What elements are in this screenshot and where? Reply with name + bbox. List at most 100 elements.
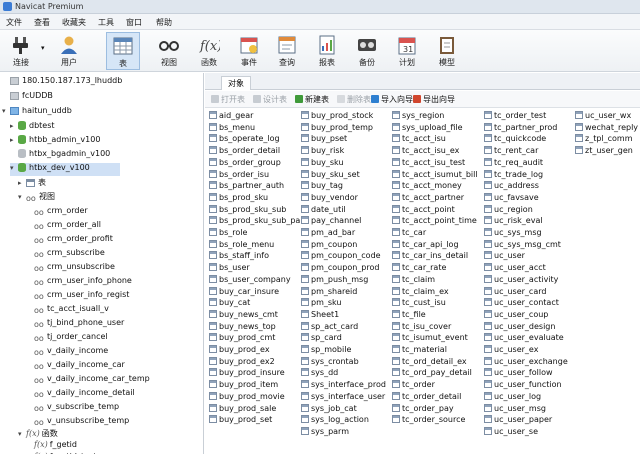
tree-view-item[interactable]: oo tc_acct_isuall_v xyxy=(34,304,109,317)
table-item[interactable]: tc_ord_pay_detail xyxy=(392,368,472,380)
table-item[interactable]: buy_prod_item xyxy=(209,380,278,392)
table-item[interactable]: tc_claim xyxy=(392,274,435,287)
table-item[interactable]: uc_user_exchange xyxy=(484,356,568,369)
table-item[interactable]: tc_acct_isumut_bill xyxy=(392,169,478,182)
toolbar-view-button[interactable]: 视图 xyxy=(152,32,186,70)
table-item[interactable]: pm_ad_bar xyxy=(301,228,355,240)
tree-views-node[interactable]: ▾ oo 视图 xyxy=(18,191,55,204)
table-item[interactable]: tc_quickcode xyxy=(484,134,546,146)
table-item[interactable]: bs_role_menu xyxy=(209,239,274,252)
table-item[interactable]: bs_prod_sku_sub xyxy=(209,204,286,217)
table-item[interactable]: uc_address xyxy=(484,181,539,193)
table-item[interactable]: tc_order_test xyxy=(484,111,546,123)
table-item[interactable]: tc_car_rate xyxy=(392,263,446,275)
table-item[interactable]: sys_region xyxy=(392,111,444,123)
table-item[interactable]: bs_operate_log xyxy=(209,134,280,146)
table-item[interactable]: tc_cust_isu xyxy=(392,298,446,310)
table-item[interactable]: wechat_reply xyxy=(575,122,638,135)
table-item[interactable]: sys_job_cat xyxy=(301,403,357,416)
table-item[interactable]: tc_acct_point xyxy=(392,204,455,217)
table-item[interactable]: tc_order_detail xyxy=(392,391,461,404)
table-item[interactable]: Sheet1 xyxy=(301,309,339,322)
table-item[interactable]: z_tpl_comm xyxy=(575,134,633,146)
table-item[interactable]: sp_card xyxy=(301,333,342,345)
table-item[interactable]: buy_news_top xyxy=(209,321,276,334)
table-item[interactable]: sys_dd xyxy=(301,368,338,380)
table-item[interactable]: uc_user_paper xyxy=(484,415,552,427)
tree-database[interactable]: ▸ dbtest xyxy=(10,121,55,134)
tree-view-item[interactable]: oo crm_user_info_phone xyxy=(34,276,132,289)
table-item[interactable]: uc_user_wx xyxy=(575,111,631,123)
table-item[interactable]: uc_user_card xyxy=(484,286,546,299)
tree-connection[interactable]: 180.150.187.173_lhuddb xyxy=(10,76,122,89)
tree-connection[interactable]: fcUDDB xyxy=(10,91,53,104)
table-item[interactable]: uc_user_acct xyxy=(484,263,546,275)
table-item[interactable]: bs_order_group xyxy=(209,157,281,170)
table-item[interactable]: uc_user_se xyxy=(484,426,538,439)
table-item[interactable]: sys_crontab xyxy=(301,356,359,369)
table-item[interactable]: buy_pset xyxy=(301,134,347,146)
table-item[interactable]: pm_coupon_code xyxy=(301,251,381,263)
table-item[interactable]: tc_ord_detail_ex xyxy=(392,356,467,369)
table-item[interactable]: buy_cat xyxy=(209,298,250,310)
import-wizard-button[interactable]: 导入向导 xyxy=(371,94,413,105)
table-item[interactable]: buy_prod_insure xyxy=(209,368,285,380)
table-item[interactable]: tc_acct_point_time xyxy=(392,216,477,228)
toolbar-user-button[interactable]: 用户 xyxy=(52,32,86,70)
table-item[interactable]: sys_parm xyxy=(301,426,349,439)
toolbar-connect-button[interactable]: 连接 xyxy=(4,32,38,70)
toolbar-event-button[interactable]: 事件 xyxy=(232,32,266,70)
table-item[interactable]: bs_user_company xyxy=(209,274,291,287)
table-item[interactable]: tc_acct_partner xyxy=(392,192,464,205)
table-item[interactable]: uc_user_activity xyxy=(484,274,558,287)
table-item[interactable]: tc_car_api_log xyxy=(392,239,459,252)
tree-database[interactable]: ▸ htbb_admin_v100 xyxy=(10,135,100,148)
table-item[interactable]: tc_material xyxy=(392,345,447,357)
table-item[interactable]: uc_user_follow xyxy=(484,368,553,380)
table-item[interactable]: tc_rent_car xyxy=(484,146,538,158)
table-item[interactable]: buy_tag xyxy=(301,181,343,193)
table-item[interactable]: tc_acct_isu xyxy=(392,134,446,146)
table-item[interactable]: bs_partner_auth xyxy=(209,181,284,193)
table-item[interactable]: tc_acct_isu_test xyxy=(392,157,465,170)
table-item[interactable]: tc_car xyxy=(392,228,426,240)
tree-tables-node[interactable]: ▸ 表 xyxy=(18,177,46,190)
tree-view-item[interactable]: oo crm_order xyxy=(34,206,88,219)
table-item[interactable]: buy_prod_cmt xyxy=(209,333,275,345)
table-item[interactable]: uc_user_contact xyxy=(484,298,559,310)
table-item[interactable]: bs_order_detail xyxy=(209,146,280,158)
tree-connection-open[interactable]: ▾ haitun_uddb xyxy=(2,106,72,119)
table-item[interactable]: buy_car_insure xyxy=(209,286,279,299)
table-item[interactable]: tc_order_pay xyxy=(392,403,454,416)
table-item[interactable]: buy_prod_sale xyxy=(209,403,276,416)
toolbar-report-button[interactable]: 报表 xyxy=(310,32,344,70)
tree-view-item[interactable]: oo tj_order_cancel xyxy=(34,332,108,345)
tab-objects[interactable]: 对象 xyxy=(221,76,251,90)
table-item[interactable]: pm_coupon xyxy=(301,239,357,252)
table-item[interactable]: buy_prod_movie xyxy=(209,391,285,404)
tree-view-item[interactable]: oo crm_unsubscribe xyxy=(34,262,115,275)
table-item[interactable]: uc_sys_msg_cmt xyxy=(484,239,561,252)
table-item[interactable]: uc_user_msg xyxy=(484,403,546,416)
tree-view-item[interactable]: oo v_daily_income xyxy=(34,346,108,359)
table-item[interactable]: sys_log_action xyxy=(301,415,369,427)
delete-table-button[interactable]: 删除表 xyxy=(337,94,371,105)
table-item[interactable]: sys_interface_user xyxy=(301,391,385,404)
table-item[interactable]: bs_role xyxy=(209,228,247,240)
table-item[interactable]: uc_user_log xyxy=(484,391,541,404)
table-item[interactable]: pm_push_msg xyxy=(301,274,368,287)
table-item[interactable]: tc_partner_prod xyxy=(484,122,557,135)
table-item[interactable]: buy_prod_stock xyxy=(301,111,373,123)
table-item[interactable]: tc_car_ins_detail xyxy=(392,251,468,263)
table-item[interactable]: buy_risk xyxy=(301,146,344,158)
table-item[interactable]: aid_gear xyxy=(209,111,253,123)
table-item[interactable]: buy_prod_set xyxy=(209,415,272,427)
new-table-button[interactable]: 新建表 xyxy=(295,94,329,105)
tree-view-item[interactable]: oo crm_subscribe xyxy=(34,248,105,261)
table-item[interactable]: pm_coupon_prod xyxy=(301,263,379,275)
table-item[interactable]: uc_favsave xyxy=(484,192,539,205)
menu-tools[interactable]: 工具 xyxy=(98,17,114,28)
table-item[interactable]: bs_prod_sku_sub_para xyxy=(209,216,309,228)
toolbar-function-button[interactable]: f(x) 函数 xyxy=(192,32,226,70)
table-item[interactable]: tc_trade_log xyxy=(484,169,543,182)
